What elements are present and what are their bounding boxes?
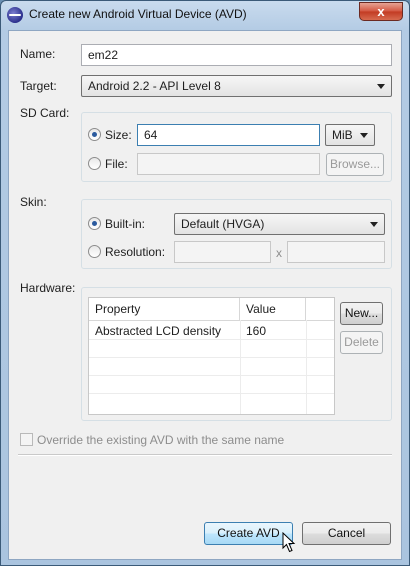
target-select[interactable]: Android 2.2 - API Level 8 [81, 75, 392, 97]
sdcard-file-input[interactable] [137, 153, 320, 175]
column-divider [306, 320, 307, 414]
table-row-value[interactable]: 160 [246, 324, 266, 338]
sdcard-size-radio[interactable] [88, 128, 101, 141]
row-divider [89, 393, 334, 394]
sdcard-file-label: File: [105, 157, 128, 171]
override-label: Override the existing AVD with the same … [37, 433, 285, 447]
sdcard-unit-value: MiB [332, 128, 353, 142]
name-input[interactable]: em22 [81, 44, 392, 66]
name-label: Name: [20, 47, 56, 61]
table-row-property[interactable]: Abstracted LCD density [95, 324, 221, 338]
browse-button[interactable]: Browse... [326, 153, 384, 176]
close-button[interactable]: x [359, 2, 403, 21]
hardware-label: Hardware: [20, 281, 76, 295]
skin-resolution-label: Resolution: [105, 245, 166, 259]
row-divider [89, 339, 334, 340]
sdcard-unit-select[interactable]: MiB [325, 124, 375, 146]
new-property-button[interactable]: New... [340, 302, 383, 325]
column-divider [240, 320, 241, 414]
target-label: Target: [20, 79, 57, 93]
resolution-separator: x [276, 246, 282, 260]
row-divider [89, 375, 334, 376]
resolution-height-input[interactable] [287, 241, 385, 263]
skin-builtin-value: Default (HVGA) [181, 217, 265, 231]
skin-label: Skin: [20, 195, 47, 209]
title-bar[interactable]: Create new Android Virtual Device (AVD) … [1, 1, 409, 27]
mouse-cursor-icon [282, 532, 296, 553]
delete-property-button[interactable]: Delete [340, 331, 383, 354]
dialog-window: Create new Android Virtual Device (AVD) … [0, 0, 410, 566]
skin-resolution-radio[interactable] [88, 245, 101, 258]
chevron-down-icon [360, 133, 368, 138]
sdcard-label: SD Card: [20, 106, 70, 120]
header-divider [89, 320, 334, 321]
hardware-table[interactable]: Property Value Abstracted LCD density 16… [88, 297, 335, 415]
cancel-button[interactable]: Cancel [302, 522, 391, 545]
row-divider [89, 357, 334, 358]
skin-builtin-select[interactable]: Default (HVGA) [174, 213, 385, 235]
dialog-content: Name: em22 Target: Android 2.2 - API Lev… [8, 30, 402, 560]
sdcard-size-input[interactable]: 64 [137, 124, 320, 146]
resolution-width-input[interactable] [174, 241, 271, 263]
target-select-value: Android 2.2 - API Level 8 [88, 79, 221, 93]
chevron-down-icon [370, 222, 378, 227]
column-header-value[interactable]: Value [240, 298, 306, 320]
skin-builtin-radio[interactable] [88, 217, 101, 230]
chevron-down-icon [377, 84, 385, 89]
separator-highlight [18, 455, 392, 456]
skin-builtin-label: Built-in: [105, 217, 146, 231]
window-title: Create new Android Virtual Device (AVD) [29, 7, 247, 21]
column-header-property[interactable]: Property [89, 298, 240, 320]
eclipse-app-icon [7, 7, 23, 23]
create-avd-button[interactable]: Create AVD [204, 522, 293, 545]
sdcard-file-radio[interactable] [88, 157, 101, 170]
sdcard-size-label: Size: [105, 128, 132, 142]
override-checkbox[interactable] [20, 433, 33, 446]
